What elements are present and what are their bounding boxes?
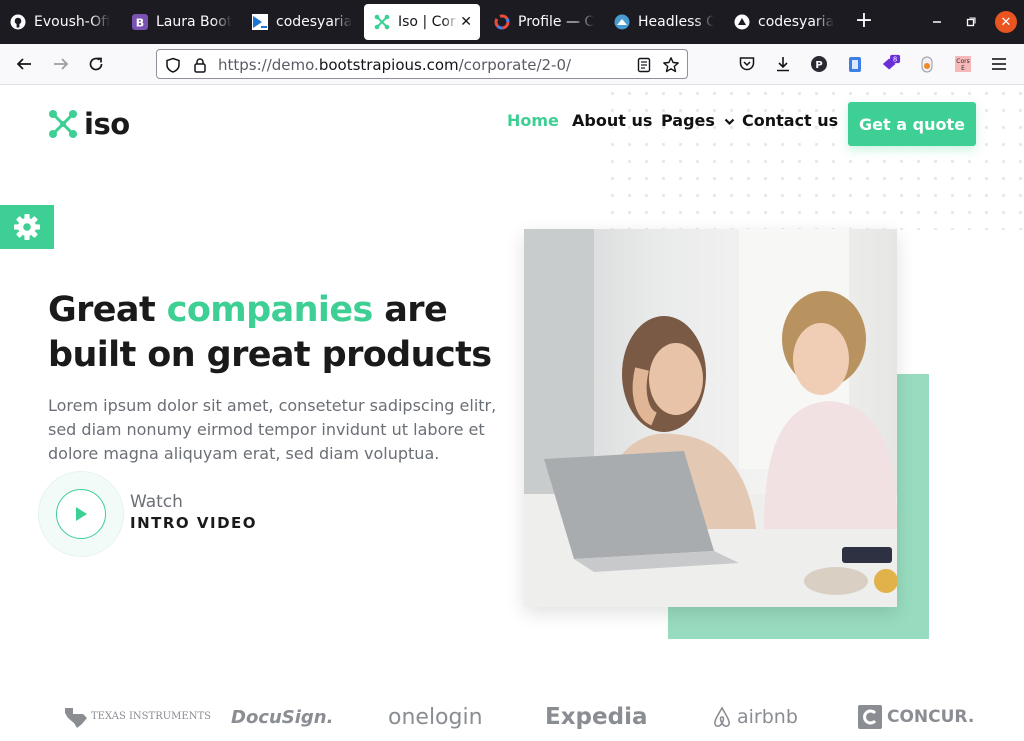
get-a-quote-button[interactable]: Get a quote [848, 102, 976, 146]
brand-texas-instruments: TEXAS INSTRUMENTS [63, 702, 211, 732]
restore-icon[interactable] [960, 11, 982, 33]
play-icon [76, 507, 87, 521]
lock-icon[interactable] [191, 56, 209, 74]
codesyariah-icon [252, 14, 268, 30]
hero-photo-two-women-laptop [524, 229, 897, 607]
brand-docusign: DocuSign. [231, 706, 334, 728]
hero-title-accent: companies [166, 290, 374, 330]
reader-view-icon[interactable] [635, 56, 653, 74]
tab-close-icon[interactable]: ✕ [460, 14, 472, 30]
site-logo[interactable]: iso [48, 107, 130, 141]
tab-codesyariah-2[interactable]: codesyariah [734, 0, 834, 44]
url-text[interactable]: https://demo.bootstrapious.com/corporate… [218, 56, 571, 74]
page-content: iso Home About us Pages Contact us Get a… [0, 85, 1024, 741]
forward-icon[interactable] [49, 52, 73, 76]
svg-text:E: E [961, 65, 965, 72]
shield-icon[interactable] [164, 56, 182, 74]
chevron-down-icon [724, 118, 734, 125]
extension-badge-icon[interactable]: 8 [881, 54, 901, 74]
concur-icon [858, 705, 882, 729]
nav-about-us[interactable]: About us [572, 111, 652, 130]
browser-navigation-bar: https://demo.bootstrapious.com/corporate… [0, 44, 1024, 85]
cors-extension-icon[interactable]: Cors E [953, 54, 973, 74]
back-icon[interactable] [12, 52, 36, 76]
hero-title: Great companies are built on great produ… [48, 290, 492, 375]
intro-video-play-button[interactable] [39, 472, 123, 556]
logo-text: iso [84, 107, 130, 141]
github-icon [10, 14, 26, 30]
svg-text:B: B [136, 17, 144, 30]
hamburger-menu-icon[interactable] [989, 54, 1009, 74]
texas-state-icon [65, 708, 87, 728]
hero-lead-text: Lorem ipsum dolor sit amet, consetetur s… [48, 396, 497, 463]
url-bar[interactable]: https://demo.bootstrapious.com/corporate… [156, 49, 688, 79]
tab-codesyariah-1[interactable]: codesyariah [252, 0, 352, 44]
svg-text:8: 8 [893, 56, 897, 64]
browser-tab-bar: Evoush-Offi B Laura Boots codesyariah Is… [0, 0, 1024, 44]
tab-laura-boots[interactable]: B Laura Boots [132, 0, 232, 44]
tab-evoush[interactable]: Evoush-Offi [10, 0, 110, 44]
vercel-icon [734, 14, 750, 30]
window-close-icon[interactable]: ✕ [995, 11, 1017, 33]
airbnb-icon [714, 706, 730, 727]
tab-profile[interactable]: Profile — C [494, 0, 594, 44]
extension-fox-icon[interactable] [917, 54, 937, 74]
brand-expedia: Expedia [545, 704, 648, 730]
pocket-icon[interactable] [737, 54, 757, 74]
brand-airbnb: airbnb [710, 702, 798, 732]
tab-iso-corporate[interactable]: Iso | Corp ✕ [364, 4, 480, 40]
extension-clipboard-icon[interactable] [845, 54, 865, 74]
nav-home[interactable]: Home [507, 111, 559, 130]
watch-label: Watch [130, 492, 183, 512]
new-tab-icon[interactable]: + [852, 9, 876, 33]
settings-toggle-button[interactable] [0, 205, 54, 249]
bootstrap-icon: B [132, 14, 148, 30]
intro-video-label[interactable]: INTRO VIDEO [130, 514, 257, 532]
brand-concur: CONCUR. [858, 702, 974, 732]
nav-pages[interactable]: Pages [661, 111, 735, 130]
logo-network-icon [49, 110, 77, 138]
gear-icon [14, 214, 40, 240]
play-circle[interactable] [56, 489, 106, 539]
extension-p-icon[interactable]: P [809, 54, 829, 74]
downloads-icon[interactable] [773, 54, 793, 74]
bookmark-star-icon[interactable] [662, 56, 680, 74]
tab-headless[interactable]: Headless C [614, 0, 714, 44]
iso-icon [374, 14, 390, 30]
profile-icon [494, 14, 510, 30]
headless-icon [614, 14, 630, 30]
svg-text:P: P [815, 60, 822, 71]
minimize-icon[interactable] [926, 11, 948, 33]
brand-onelogin: onelogin [388, 704, 483, 730]
nav-contact-us[interactable]: Contact us [742, 111, 838, 130]
reload-icon[interactable] [84, 52, 108, 76]
svg-text:Cors: Cors [956, 58, 969, 65]
nav-pages-label: Pages [661, 111, 715, 130]
